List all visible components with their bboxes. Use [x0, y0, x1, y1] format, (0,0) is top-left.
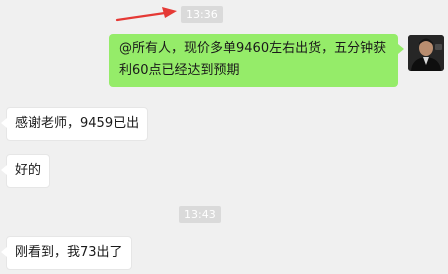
- timestamp: 13:36: [181, 6, 223, 23]
- bubble-tail: [1, 247, 7, 257]
- message-bubble-incoming[interactable]: 感谢老师，9459已出: [1, 107, 149, 141]
- chat-window: 13:36 @所有人，现价多单9460左右出货，五分钟获利60点已经达到预期 感…: [0, 0, 448, 274]
- bubble-tail: [1, 165, 7, 175]
- message-bubble-outgoing[interactable]: @所有人，现价多单9460左右出货，五分钟获利60点已经达到预期: [109, 34, 404, 87]
- message-text: @所有人，现价多单9460左右出货，五分钟获利60点已经达到预期: [119, 41, 387, 78]
- timestamp: 13:43: [179, 206, 221, 223]
- bubble-tail: [1, 118, 7, 128]
- message-bubble-incoming[interactable]: 好的: [1, 154, 51, 188]
- person-icon: [408, 35, 444, 71]
- red-arrow-icon: [115, 7, 177, 22]
- bubble-tail: [398, 44, 404, 54]
- sender-avatar[interactable]: [408, 35, 444, 71]
- message-text: 刚看到，我73出了: [15, 245, 123, 260]
- message-text: 感谢老师，9459已出: [15, 116, 140, 131]
- message-text: 好的: [15, 163, 42, 178]
- message-bubble-incoming[interactable]: 刚看到，我73出了: [1, 236, 132, 270]
